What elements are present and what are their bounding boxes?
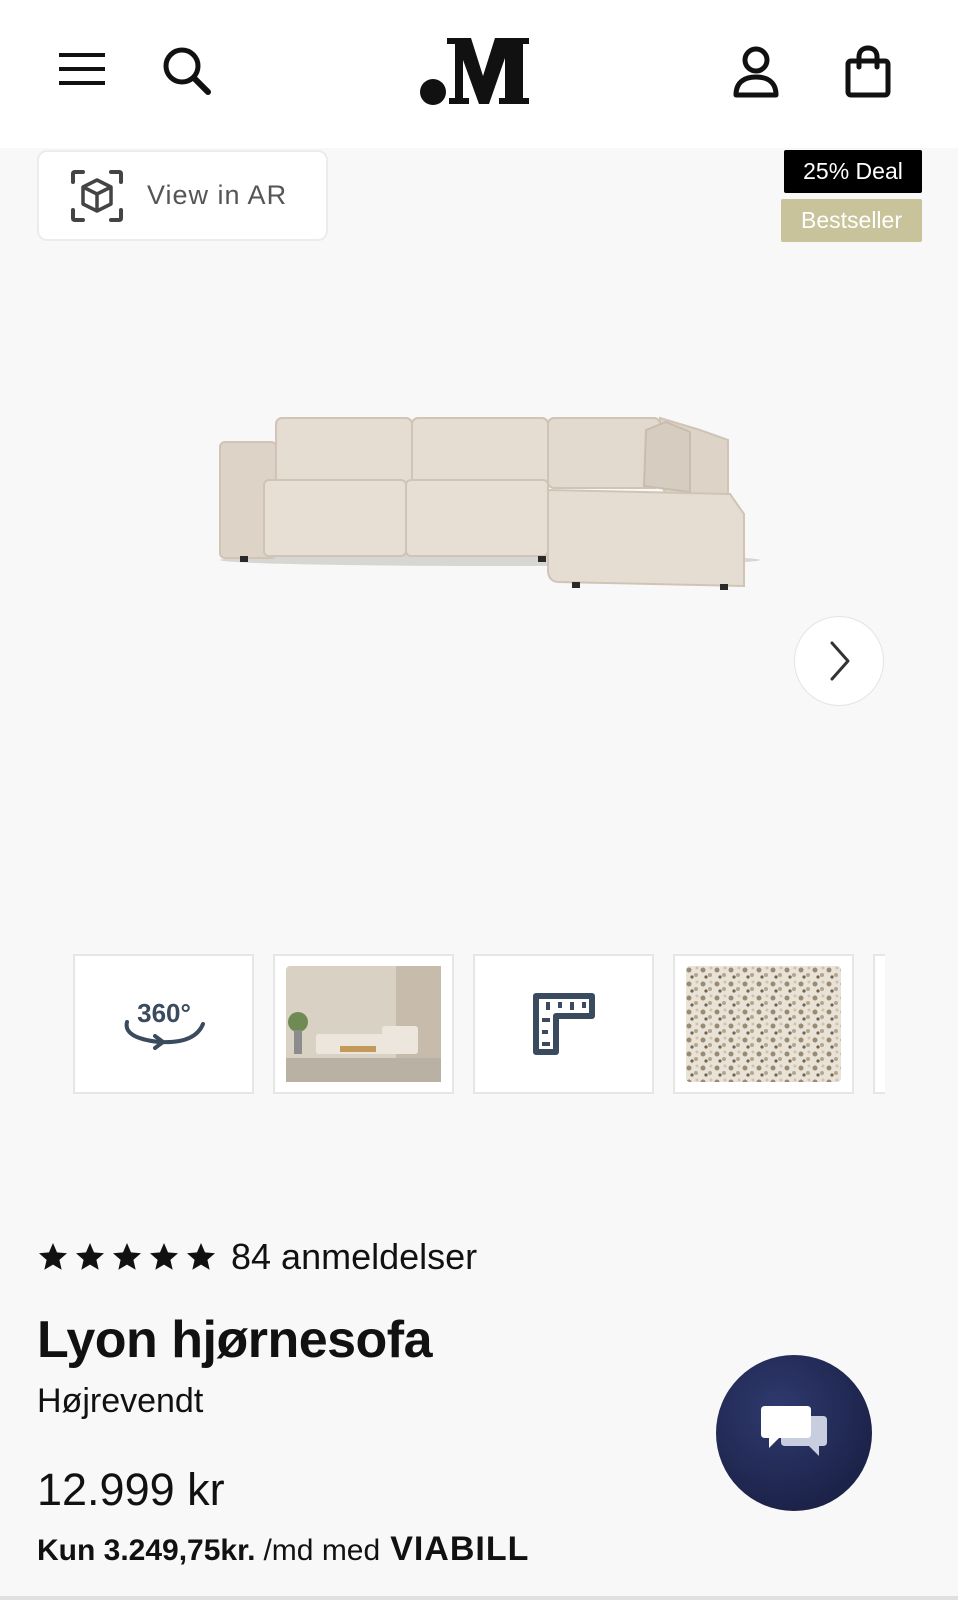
viabill-logo: VIABILL xyxy=(390,1530,530,1568)
search-button[interactable] xyxy=(158,42,214,98)
thumbnail-dimensions[interactable] xyxy=(473,954,654,1094)
star-rating xyxy=(37,1241,217,1273)
ar-label: View in AR xyxy=(147,180,288,210)
product-variant: Højrevendt xyxy=(37,1382,204,1420)
rotate-360-icon: 360° xyxy=(124,998,205,1050)
room-photo-image xyxy=(286,966,441,1082)
chat-bubbles-icon xyxy=(761,1406,827,1456)
thumbnail-room-photo[interactable] xyxy=(273,954,454,1094)
financing-amount: Kun 3.249,75kr. xyxy=(37,1534,256,1567)
product-title: Lyon hjørnesofa xyxy=(37,1311,433,1369)
view-in-ar-button[interactable]: View in AR xyxy=(37,150,328,241)
bestseller-badge: Bestseller xyxy=(781,199,922,242)
user-icon xyxy=(733,46,779,98)
shopping-bag-icon xyxy=(845,45,891,98)
site-header xyxy=(0,0,958,148)
financing-text: /md med xyxy=(263,1534,381,1567)
bottom-divider xyxy=(0,1596,958,1600)
chevron-right-icon xyxy=(830,641,850,681)
menu-button[interactable] xyxy=(54,44,110,94)
account-button[interactable] xyxy=(728,42,784,102)
hamburger-menu-icon xyxy=(59,53,105,85)
ruler-dimensions-icon xyxy=(532,993,595,1055)
thumbnail-strip: 360° xyxy=(73,954,885,1096)
thumb-360-label: 360° xyxy=(137,998,191,1028)
star-icon xyxy=(39,1243,67,1270)
star-icon xyxy=(150,1243,178,1270)
logo-icon xyxy=(420,38,529,105)
fabric-swatch-image xyxy=(686,966,841,1082)
product-price: 12.999 kr xyxy=(37,1464,225,1515)
financing-info: Kun 3.249,75kr. /md med VIABILL xyxy=(37,1530,529,1569)
star-icon xyxy=(76,1243,104,1270)
gallery-next-button[interactable] xyxy=(794,616,884,706)
cart-button[interactable] xyxy=(840,42,896,102)
chat-button[interactable] xyxy=(716,1355,872,1511)
thumbnail-fabric-swatch[interactable] xyxy=(673,954,854,1094)
star-icon xyxy=(113,1243,141,1270)
site-logo[interactable] xyxy=(414,30,544,110)
rating-summary[interactable]: 84 anmeldelser xyxy=(37,1236,477,1278)
sofa-image xyxy=(219,416,760,590)
thumbnail-more[interactable] xyxy=(873,954,885,1094)
thumbnail-360[interactable]: 360° xyxy=(73,954,254,1094)
ar-cube-icon xyxy=(71,169,123,222)
product-hero-image[interactable] xyxy=(200,410,770,610)
review-count[interactable]: 84 anmeldelser xyxy=(231,1236,477,1278)
deal-badge: 25% Deal xyxy=(784,150,922,193)
star-icon xyxy=(187,1243,215,1270)
search-icon xyxy=(163,47,211,95)
